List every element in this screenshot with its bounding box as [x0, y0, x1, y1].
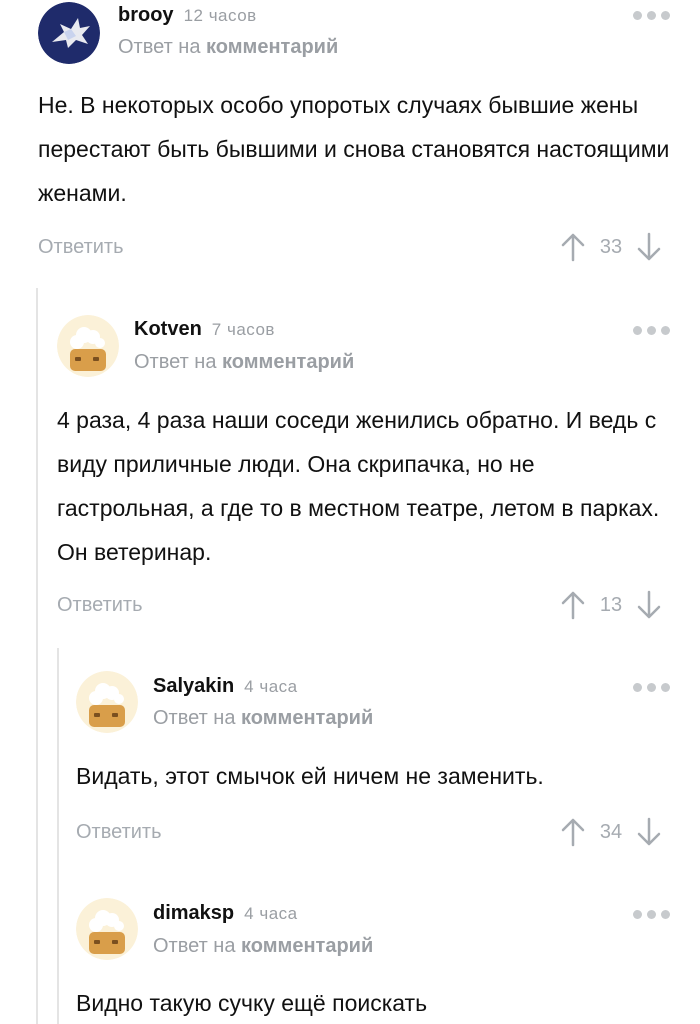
comment-text: 4 раза, 4 раза наши соседи женились обра… — [57, 407, 660, 565]
reply-to-info[interactable]: Ответ на комментарий — [118, 36, 338, 59]
arrow-down-icon[interactable] — [636, 817, 662, 847]
vote-score: 13 — [599, 593, 623, 616]
vote-controls: 33 — [560, 232, 662, 262]
reply-to-info[interactable]: Ответ на комментарий — [153, 707, 373, 730]
comment-author[interactable]: Salyakin 4 часа — [153, 675, 298, 698]
comments-page: brooy 12 часов Ответ на комментарий Не. В… — [0, 0, 700, 1024]
avatar[interactable] — [57, 315, 119, 377]
more-dots-icon[interactable] — [633, 11, 670, 20]
comment-text: Видать, этот смычок ей ничем не заменить… — [76, 763, 544, 789]
arrow-up-icon[interactable] — [560, 232, 586, 262]
vote-controls: 34 — [560, 817, 662, 847]
comment-time: 7 часов — [211, 320, 275, 339]
comment-text: Видно такую сучку ещё поискать — [76, 990, 428, 1016]
reply-button[interactable]: Ответить — [76, 821, 162, 844]
more-dots-icon[interactable] — [633, 910, 670, 919]
comment-text: Не. В некоторых особо упоротых случаях б… — [38, 92, 670, 206]
comment-time: 4 часа — [244, 904, 298, 923]
reply-button[interactable]: Ответить — [57, 594, 143, 617]
reply-button[interactable]: Ответить — [38, 236, 124, 259]
vote-score: 34 — [599, 820, 623, 843]
arrow-up-icon[interactable] — [560, 590, 586, 620]
thread-line-level-2 — [57, 648, 59, 1024]
arrow-up-icon[interactable] — [560, 817, 586, 847]
vote-controls: 13 — [560, 590, 662, 620]
arrow-down-icon[interactable] — [636, 232, 662, 262]
avatar[interactable] — [76, 898, 138, 960]
more-dots-icon[interactable] — [633, 326, 670, 335]
comment-time: 12 часов — [183, 6, 257, 25]
comment-author[interactable]: brooy 12 часов — [118, 4, 257, 27]
arrow-down-icon[interactable] — [636, 590, 662, 620]
vote-score: 33 — [599, 235, 623, 258]
avatar-toaster-image — [57, 315, 119, 377]
comment-author[interactable]: Kotven 7 часов — [134, 318, 275, 341]
thread-line-level-1 — [36, 288, 38, 1024]
avatar[interactable] — [76, 671, 138, 733]
avatar-toaster-image — [76, 671, 138, 733]
comment-author[interactable]: dimaksp 4 часа — [153, 902, 298, 925]
avatar-toaster-image — [76, 898, 138, 960]
avatar-hawk-image — [38, 2, 100, 64]
comment-time: 4 часа — [244, 677, 298, 696]
more-dots-icon[interactable] — [633, 683, 670, 692]
avatar[interactable] — [38, 2, 100, 64]
reply-to-info[interactable]: Ответ на комментарий — [134, 351, 354, 374]
reply-to-info[interactable]: Ответ на комментарий — [153, 935, 373, 958]
